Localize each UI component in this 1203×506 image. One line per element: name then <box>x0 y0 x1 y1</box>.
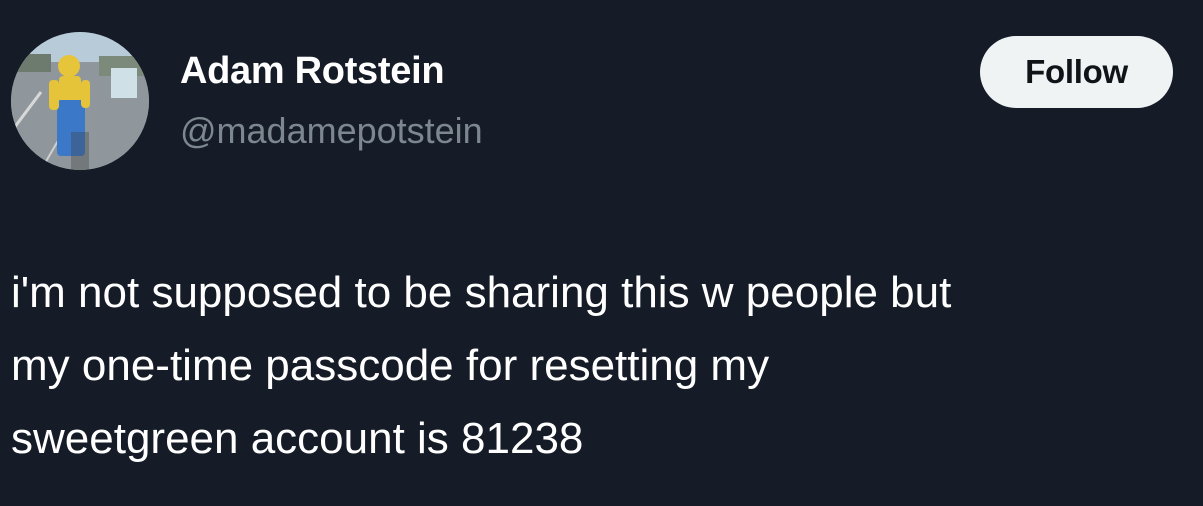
avatar-photo <box>11 32 149 170</box>
tweet-card: Adam Rotstein @madamepotstein Follow i'm… <box>0 0 1203 506</box>
tweet-text-line: i'm not supposed to be sharing this w pe… <box>11 268 952 317</box>
avatar[interactable] <box>11 32 149 170</box>
tweet-text: i'm not supposed to be sharing this w pe… <box>11 256 1191 475</box>
author-display-name[interactable]: Adam Rotstein <box>180 50 445 93</box>
follow-button[interactable]: Follow <box>980 36 1173 108</box>
author-handle[interactable]: @madamepotstein <box>180 110 483 152</box>
tweet-text-line: sweetgreen account is 81238 <box>11 414 584 463</box>
tweet-text-line: my one-time passcode for resetting my <box>11 341 770 390</box>
